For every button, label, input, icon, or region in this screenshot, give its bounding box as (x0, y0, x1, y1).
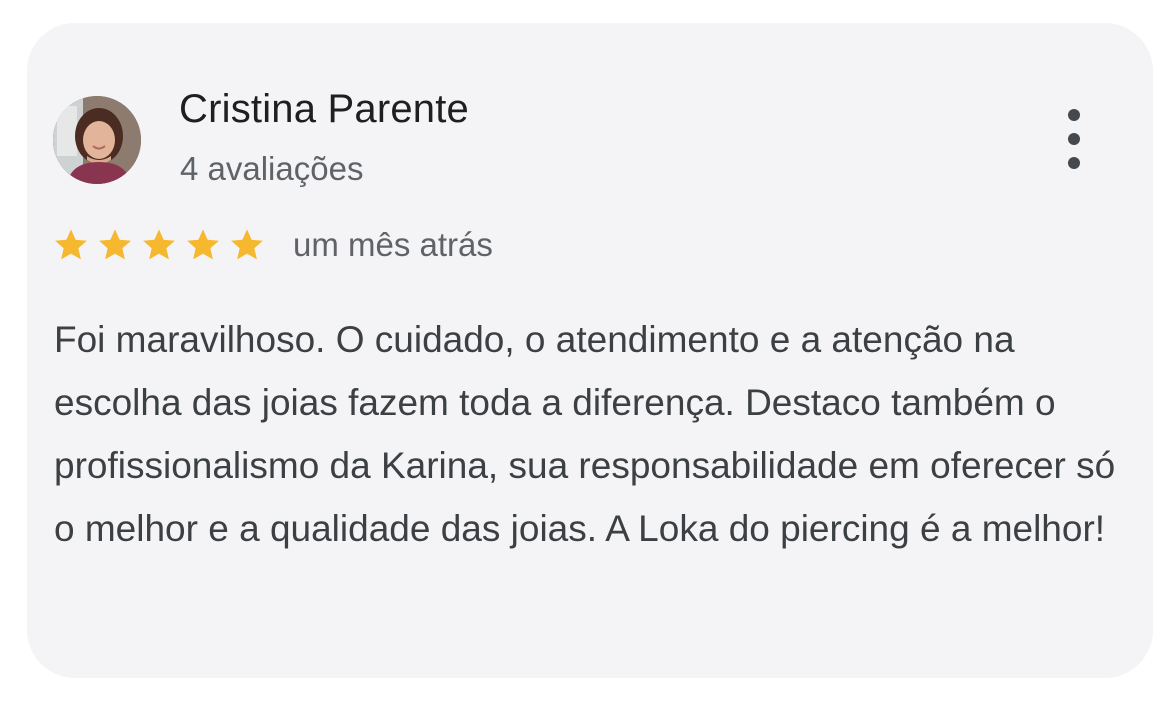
more-vert-icon (1068, 109, 1080, 121)
star-icon (99, 229, 131, 260)
review-card: Cristina Parente 4 avaliações um mês atr… (27, 23, 1153, 678)
star-icon (143, 229, 175, 260)
avatar-photo (53, 96, 141, 184)
more-options-button[interactable] (1057, 109, 1091, 169)
rating-row: um mês atrás (53, 225, 493, 265)
star-icon (55, 229, 87, 260)
author-name[interactable]: Cristina Parente (179, 87, 469, 132)
star-icon (231, 229, 263, 260)
star-rating (53, 227, 273, 263)
author-avatar[interactable] (53, 96, 141, 184)
author-review-count[interactable]: 4 avaliações (180, 150, 363, 188)
review-text: Foi maravilhoso. O cuidado, o atendiment… (54, 319, 1116, 549)
review-date: um mês atrás (293, 226, 493, 263)
star-icon (187, 229, 219, 260)
